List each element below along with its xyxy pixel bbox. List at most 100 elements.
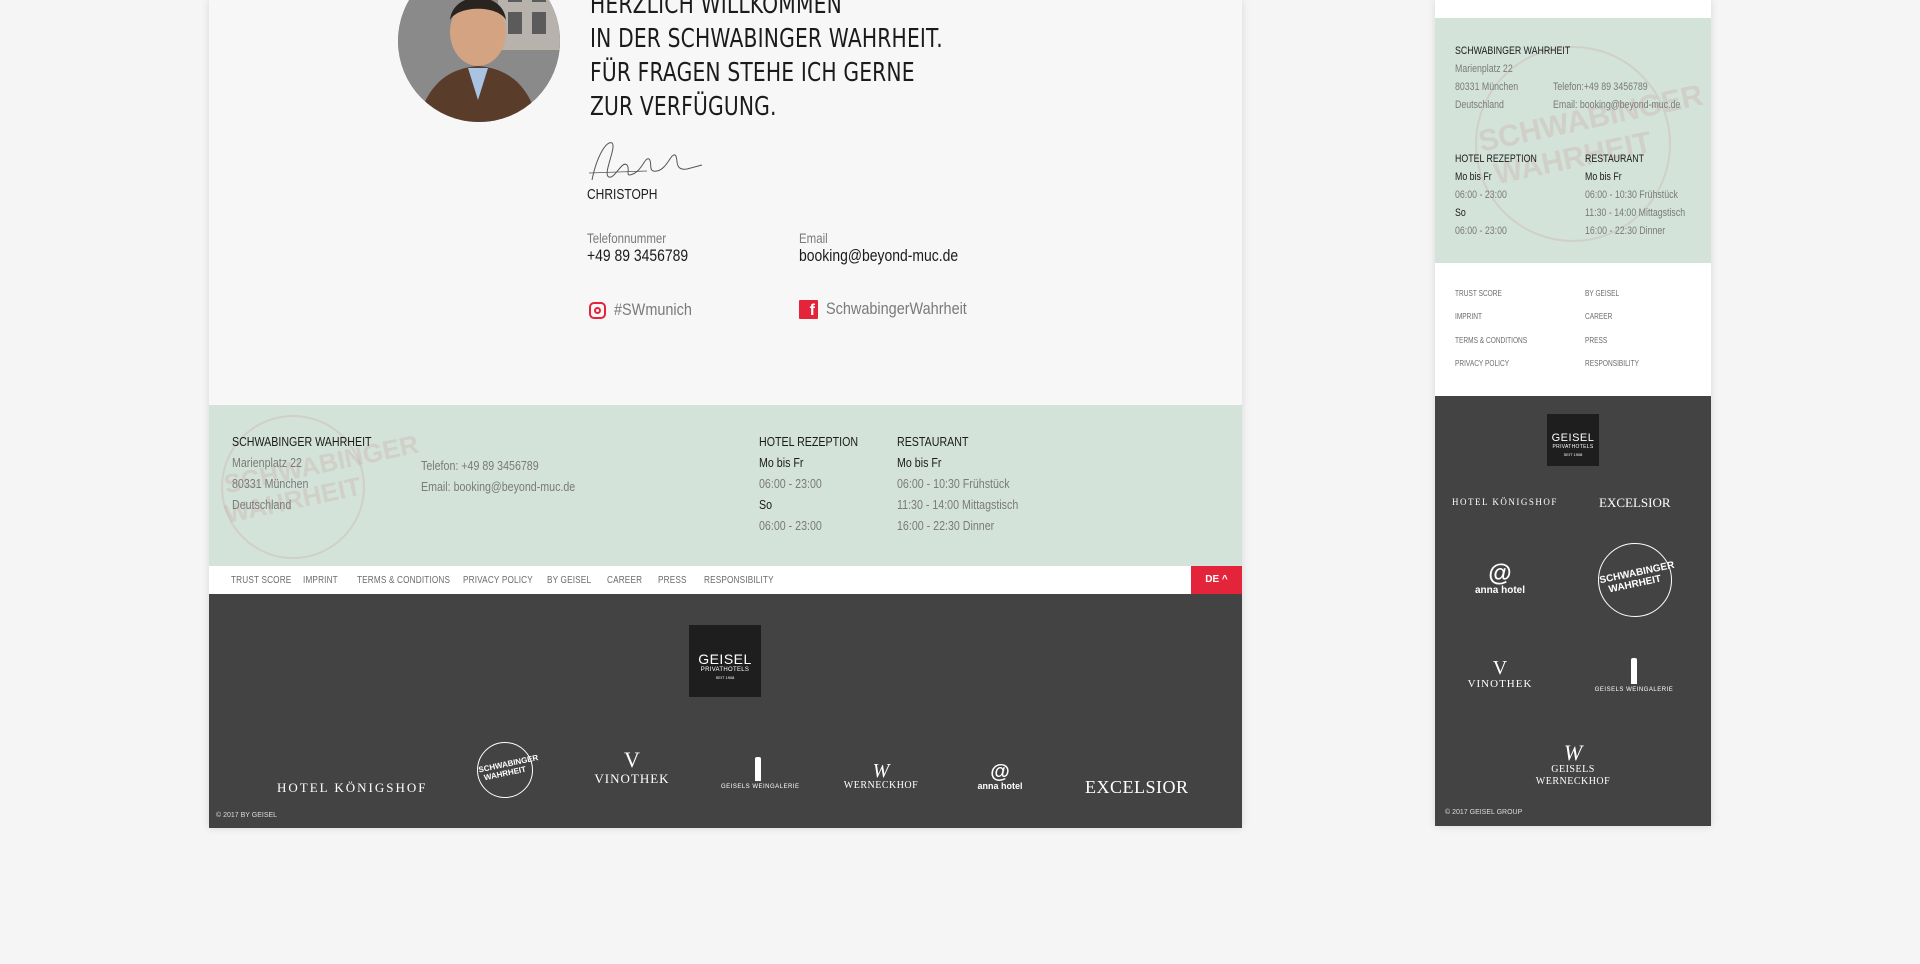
mobile-anna-hotel-logo[interactable]: @ anna hotel xyxy=(1475,560,1525,597)
nav-privacy[interactable]: PRIVACY POLICY xyxy=(463,575,533,586)
reception-day-1: Mo bis Fr xyxy=(759,455,804,470)
hotel-reception-title: HOTEL REZEPTION xyxy=(759,434,859,449)
mobile-nav-press[interactable]: PRESS xyxy=(1585,336,1607,345)
restaurant-slot-3: 16:00 - 22:30 Dinner xyxy=(897,518,995,533)
vinothek-icon: V xyxy=(624,747,640,772)
headline-line-1: HERZLICH WILLKOMMEN xyxy=(590,0,842,20)
restaurant-slot-2: 11:30 - 14:00 Mittagstisch xyxy=(897,497,1019,512)
contact-info-band: SCHWABINGER WAHRHEIT SCHWABINGER WAHRHEI… xyxy=(209,405,1242,566)
anna-hotel-logo[interactable]: @ anna hotel xyxy=(977,762,1023,791)
nav-trust-score[interactable]: TRUST SCORE xyxy=(231,575,291,586)
mobile-nav-privacy[interactable]: PRIVACY POLICY xyxy=(1455,359,1509,368)
nav-by-geisel[interactable]: BY GEISEL xyxy=(547,575,591,586)
headline-line-2: IN DER SCHWABINGER WAHRHEIT. xyxy=(590,24,943,54)
copyright-desktop: © 2017 BY GEISEL xyxy=(216,812,278,819)
host-portrait xyxy=(398,0,560,122)
instagram-handle: #SWmunich xyxy=(614,300,692,319)
welcome-headline: HERZLICH WILLKOMMEN IN DER SCHWABINGER W… xyxy=(590,0,1010,124)
mobile-restaurant-slot-1: 06:00 - 10:30 Frühstück xyxy=(1585,189,1678,201)
reception-day-2: So xyxy=(759,497,773,512)
email-link[interactable]: booking@beyond-muc.de xyxy=(799,246,958,266)
mobile-street: Marienplatz 22 xyxy=(1455,63,1513,75)
mobile-anna-swirl-icon: @ xyxy=(1488,560,1512,587)
hotel-name: SCHWABINGER WAHRHEIT xyxy=(232,434,372,449)
headline-line-4: ZUR VERFÜGUNG. xyxy=(590,92,777,122)
nav-imprint[interactable]: IMPRINT xyxy=(303,575,338,586)
mobile-vinothek-logo[interactable]: V VINOTHEK xyxy=(1462,658,1538,690)
mobile-weingalerie-logo[interactable]: GEISELS WEINGALERIE xyxy=(1594,658,1674,693)
mobile-brand-logos: GEISEL PRIVATHOTELS SEIT 1908 HOTEL KÖNI… xyxy=(1435,396,1711,826)
address-city: 80331 München xyxy=(232,476,309,491)
vinothek-logo[interactable]: V VINOTHEK xyxy=(592,749,672,787)
mobile-schwabinger-logo[interactable]: SCHWABINGER WAHRHEIT xyxy=(1598,543,1675,617)
weingalerie-logo[interactable]: GEISELS WEINGALERIE xyxy=(721,757,799,790)
wine-bottle-icon xyxy=(755,757,761,781)
geisel-logo[interactable]: GEISEL PRIVATHOTELS SEIT 1908 xyxy=(689,625,761,697)
mobile-top-strip xyxy=(1435,0,1711,18)
email-label: Email xyxy=(799,230,828,246)
welcome-section: HERZLICH WILLKOMMEN IN DER SCHWABINGER W… xyxy=(209,0,1242,405)
mobile-reception-time-1: 06:00 - 23:00 xyxy=(1455,189,1507,201)
instagram-icon xyxy=(589,301,606,319)
mobile-hotel-koenigshof-logo[interactable]: HOTEL KÖNIGSHOF xyxy=(1452,497,1558,507)
reception-time-2: 06:00 - 23:00 xyxy=(759,518,822,533)
signature-image xyxy=(588,142,703,181)
phone-link[interactable]: +49 89 3456789 xyxy=(587,246,688,266)
mobile-reception-day-2: So xyxy=(1455,207,1466,219)
mobile-email[interactable]: Email: booking@beyond-muc.de xyxy=(1553,96,1680,114)
address-country: Deutschland xyxy=(232,497,292,512)
mobile-reception-day-1: Mo bis Fr xyxy=(1455,171,1492,183)
phone-label: Telefonnummer xyxy=(587,230,667,246)
mobile-geisel-logo[interactable]: GEISEL PRIVATHOTELS SEIT 1908 xyxy=(1547,414,1599,466)
hotel-koenigshof-logo[interactable]: HOTEL KÖNIGSHOF xyxy=(277,780,428,796)
mobile-preview: SCHWABINGER WAHRHEIT SCHWABINGER WAHRHEI… xyxy=(1435,0,1711,826)
signature-name: CHRISTOPH xyxy=(587,186,658,203)
info-email[interactable]: Email: booking@beyond-muc.de xyxy=(421,476,575,497)
mobile-restaurant-day: Mo bis Fr xyxy=(1585,171,1622,183)
mobile-werneckhof-logo[interactable]: W GEISELS WERNECKHOF xyxy=(1533,742,1613,788)
nav-responsibility[interactable]: RESPONSIBILITY xyxy=(704,575,774,586)
facebook-link[interactable]: f SchwabingerWahrheit xyxy=(799,299,992,319)
mobile-werneckhof-icon: W xyxy=(1563,740,1583,765)
mobile-wine-bottle-icon xyxy=(1631,658,1637,684)
schwabinger-wahrheit-logo[interactable]: SCHWABINGER WAHRHEIT xyxy=(477,742,539,798)
mobile-nav-responsibility[interactable]: RESPONSIBILITY xyxy=(1585,359,1639,368)
info-phone[interactable]: Telefon: +49 89 3456789 xyxy=(421,455,539,476)
facebook-handle: SchwabingerWahrheit xyxy=(826,299,967,318)
nav-career[interactable]: CAREER xyxy=(607,575,642,586)
mobile-country: Deutschland xyxy=(1455,99,1504,111)
mobile-nav-imprint[interactable]: IMPRINT xyxy=(1455,312,1482,321)
restaurant-slot-1: 06:00 - 10:30 Frühstück xyxy=(897,476,1010,491)
mobile-restaurant-title: RESTAURANT xyxy=(1585,153,1644,165)
mobile-hotel-name: SCHWABINGER WAHRHEIT xyxy=(1455,45,1571,57)
copyright-mobile: © 2017 GEISEL GROUP xyxy=(1445,809,1523,816)
language-switch-button[interactable]: DE ^ xyxy=(1191,566,1242,594)
instagram-link[interactable]: #SWmunich xyxy=(589,300,706,320)
mobile-excelsior-logo[interactable]: EXCELSIOR xyxy=(1599,495,1671,511)
facebook-icon: f xyxy=(799,299,818,319)
werneckhof-icon: W xyxy=(872,760,890,782)
mobile-reception-title: HOTEL REZEPTION xyxy=(1455,153,1537,165)
werneckhof-logo[interactable]: W WERNECKHOF xyxy=(843,760,919,791)
nav-press[interactable]: PRESS xyxy=(658,575,687,586)
mobile-restaurant-slot-2: 11:30 - 14:00 Mittagstisch xyxy=(1585,207,1686,219)
nav-terms[interactable]: TERMS & CONDITIONS xyxy=(357,575,450,586)
mobile-nav-trust-score[interactable]: TRUST SCORE xyxy=(1455,289,1502,298)
mobile-phone[interactable]: Telefon:+49 89 3456789 xyxy=(1553,78,1648,96)
portrait-image xyxy=(398,0,560,122)
headline-line-3: FÜR FRAGEN STEHE ICH GERNE xyxy=(590,58,915,88)
restaurant-day: Mo bis Fr xyxy=(897,455,942,470)
mobile-nav-by-geisel[interactable]: BY GEISEL xyxy=(1585,289,1619,298)
desktop-preview: HERZLICH WILLKOMMEN IN DER SCHWABINGER W… xyxy=(209,0,1242,828)
address-street: Marienplatz 22 xyxy=(232,455,302,470)
mobile-nav-terms[interactable]: TERMS & CONDITIONS xyxy=(1455,336,1527,345)
brand-logos-footer: GEISEL PRIVATHOTELS SEIT 1908 HOTEL KÖNI… xyxy=(209,594,1242,828)
mobile-city: 80331 München xyxy=(1455,81,1519,93)
mobile-reception-time-2: 06:00 - 23:00 xyxy=(1455,225,1507,237)
mobile-restaurant-slot-3: 16:00 - 22:30 Dinner xyxy=(1585,225,1666,237)
mobile-footer-links: TRUST SCORE IMPRINT TERMS & CONDITIONS P… xyxy=(1435,263,1711,396)
restaurant-title: RESTAURANT xyxy=(897,434,969,449)
mobile-nav-career[interactable]: CAREER xyxy=(1585,312,1612,321)
mobile-contact-info: SCHWABINGER WAHRHEIT SCHWABINGER WAHRHEI… xyxy=(1435,18,1711,263)
excelsior-logo[interactable]: EXCELSIOR xyxy=(1085,777,1189,798)
